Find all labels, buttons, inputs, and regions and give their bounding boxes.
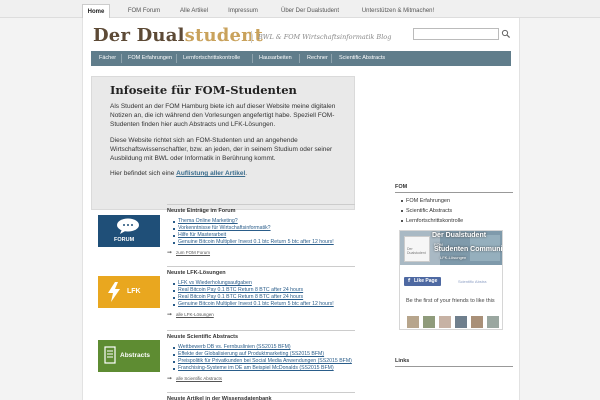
list-item[interactable]: Preispolitik für Privatkunden bei Social… xyxy=(173,358,355,365)
list-item[interactable]: Vorkenntnisse für Wirtschaftsinformatik? xyxy=(173,225,355,232)
search-input[interactable] xyxy=(413,28,499,40)
info-paragraph-2: Diese Website richtet sich an FOM-Studen… xyxy=(110,136,333,163)
forum-section-heading: Neuste Einträge im Forum xyxy=(167,204,355,215)
page-avatar-label: Der Dualstudent xyxy=(407,247,426,255)
nav-item-fom-erfahrungen[interactable]: FOM Erfahrungen xyxy=(128,51,172,66)
info-end: . xyxy=(245,170,248,178)
facebook-page-title: Der Dualstudent xyxy=(432,232,487,239)
avatar[interactable] xyxy=(454,315,468,329)
avatar[interactable] xyxy=(470,315,484,329)
like-page-label: Like Page xyxy=(414,278,438,284)
page-avatar: Der Dualstudent xyxy=(404,236,430,262)
avatar[interactable] xyxy=(422,315,436,329)
document-icon xyxy=(104,346,116,364)
search-icon[interactable] xyxy=(501,29,511,39)
facebook-insight-text: Scientific Abstra xyxy=(458,279,487,284)
list-item[interactable]: Genuine Bitcoin Multiplier Invest 0.1 bt… xyxy=(173,239,355,246)
nav-item-lernfortschrittskontrolle[interactable]: Lernfortschrittskontrolle xyxy=(183,51,240,66)
tab-home[interactable]: Home xyxy=(82,4,110,18)
forum-section: Neuste Einträge im Forum Thema Online Ma… xyxy=(167,204,355,256)
tab-unterstuetzen[interactable]: Unterstützen & Mitmachen! xyxy=(356,4,440,18)
sidebar-item-lernfortschrittskontrolle[interactable]: Lernfortschrittskontrolle xyxy=(401,216,513,226)
tab-impressum[interactable]: Impressum xyxy=(226,4,260,18)
forum-badge-label: FORUM xyxy=(114,237,135,243)
info-box: Infoseite für FOM-Studenten Als Student … xyxy=(91,76,355,210)
chat-bubble-icon xyxy=(117,218,139,234)
list-item[interactable]: Thema Online Marketing? xyxy=(173,218,355,225)
forum-more-link[interactable]: ➞ zum FOM Forum xyxy=(167,249,355,256)
avatar[interactable] xyxy=(406,315,420,329)
nav-divider xyxy=(121,54,122,63)
list-item[interactable]: Hilfe für Masterarbeit xyxy=(173,232,355,239)
lfk-badge[interactable]: LFK xyxy=(98,276,160,308)
list-item[interactable]: Franchising-Systeme im DE am Beispiel Mc… xyxy=(173,365,355,372)
abstracts-badge-label: Abstracts xyxy=(120,352,150,359)
forum-more-label: zum FOM Forum xyxy=(176,250,211,255)
list-item[interactable]: Real Bitcoin Pay 0.1 BTC Return 8 BTC af… xyxy=(173,294,355,301)
nav-item-scientific-abstracts[interactable]: Scientific Abstracts xyxy=(339,51,385,66)
facebook-sub2: Studenten Communi xyxy=(434,246,503,253)
logo-text-part1: Der Dual xyxy=(93,25,185,46)
facebook-sub3: LFK-Lösungen xyxy=(440,255,467,260)
wissensdatenbank-section-heading: Neuste Artikel in der Wissensdatenbank xyxy=(167,392,355,400)
facebook-cover[interactable]: Der Dualstudent Der Dualstudent FOM Stud… xyxy=(400,231,503,265)
top-navigation: Home FOM Forum Alle Artikel Impressum Üb… xyxy=(0,0,600,18)
info-paragraph-3: Hier befindet sich eine Auflistung aller… xyxy=(110,169,344,178)
info-text: Hier befindet sich eine xyxy=(110,170,175,178)
list-item[interactable]: Real Bitcoin Pay 0.1 BTC Return 8 BTC af… xyxy=(173,287,355,294)
tab-ueber[interactable]: Über Der Dualstudent xyxy=(278,4,342,18)
nav-divider xyxy=(176,54,177,63)
list-item[interactable]: Effekte der Globalisierung auf Produktma… xyxy=(173,351,355,358)
abstracts-section: Neuste Scientific Abstracts Wettbewerb D… xyxy=(167,330,355,382)
arrow-right-icon: ➞ xyxy=(167,312,173,318)
facebook-widget: Der Dualstudent Der Dualstudent FOM Stud… xyxy=(399,230,503,330)
facebook-friends-text: Be the first of your friends to like thi… xyxy=(406,298,495,304)
list-item[interactable]: Genuine Bitcoin Multiplier Invest 0.1 bt… xyxy=(173,301,355,308)
lightning-icon xyxy=(108,282,120,302)
nav-item-hausarbeiten[interactable]: Hausarbeiten xyxy=(259,51,292,66)
list-item[interactable]: Wettbewerb DB vs. Fernbuslinien (SS2015 … xyxy=(173,344,355,351)
lfk-more-label: alle LFK-Lösungen xyxy=(176,312,214,317)
abstracts-section-heading: Neuste Scientific Abstracts xyxy=(167,330,355,341)
sidebar-item-fom-erfahrungen[interactable]: FOM Erfahrungen xyxy=(401,196,513,206)
avatar[interactable] xyxy=(438,315,452,329)
lfk-badge-label: LFK xyxy=(127,288,141,295)
main-navigation: Fächer FOM Erfahrungen Lernfortschrittsk… xyxy=(91,51,511,66)
site-tagline: BWL & FOM Wirtschaftsinformatik Blog xyxy=(251,31,391,43)
page-container: Der Dualstudent BWL & FOM Wirtschaftsinf… xyxy=(82,18,520,400)
nav-divider xyxy=(252,54,253,63)
avatar[interactable] xyxy=(486,315,500,329)
abstracts-more-label: alle Scientific Abstracts xyxy=(176,376,223,381)
tab-alle-artikel[interactable]: Alle Artikel xyxy=(174,4,214,18)
page-title: Infoseite für FOM-Studenten xyxy=(110,83,297,97)
sidebar-heading-fom: FOM xyxy=(395,184,513,193)
abstracts-badge[interactable]: Abstracts xyxy=(98,340,160,372)
arrow-right-icon: ➞ xyxy=(167,250,173,256)
sidebar-item-scientific-abstracts[interactable]: Scientific Abstracts xyxy=(401,206,513,216)
nav-divider xyxy=(331,54,332,63)
sidebar-links: Links xyxy=(395,358,513,367)
nav-divider xyxy=(299,54,300,63)
site-logo[interactable]: Der Dualstudent xyxy=(93,25,263,46)
wissensdatenbank-section: Neuste Artikel in der Wissensdatenbank xyxy=(167,392,355,400)
lfk-section: Neuste LFK-Lösungen LFK vs Wiederholungs… xyxy=(167,266,355,318)
like-page-button[interactable]: f Like Page xyxy=(404,277,442,286)
all-articles-link[interactable]: Auflistung aller Artikel xyxy=(176,170,245,177)
info-paragraph-1: Als Student an der FOM Hamburg biete ich… xyxy=(110,103,336,129)
forum-badge[interactable]: FORUM xyxy=(98,215,160,247)
sidebar-heading-links: Links xyxy=(395,358,513,367)
sidebar-fom: FOM FOM Erfahrungen Scientific Abstracts… xyxy=(395,184,513,226)
nav-item-rechner[interactable]: Rechner xyxy=(307,51,328,66)
abstracts-more-link[interactable]: ➞ alle Scientific Abstracts xyxy=(167,375,355,382)
lfk-section-heading: Neuste LFK-Lösungen xyxy=(167,266,355,277)
arrow-right-icon: ➞ xyxy=(167,376,173,382)
lfk-more-link[interactable]: ➞ alle LFK-Lösungen xyxy=(167,311,355,318)
list-item[interactable]: LFK vs Wiederholungsaufgaben xyxy=(173,280,355,287)
tab-fom-forum[interactable]: FOM Forum xyxy=(124,4,164,18)
nav-item-faecher[interactable]: Fächer xyxy=(99,51,116,66)
